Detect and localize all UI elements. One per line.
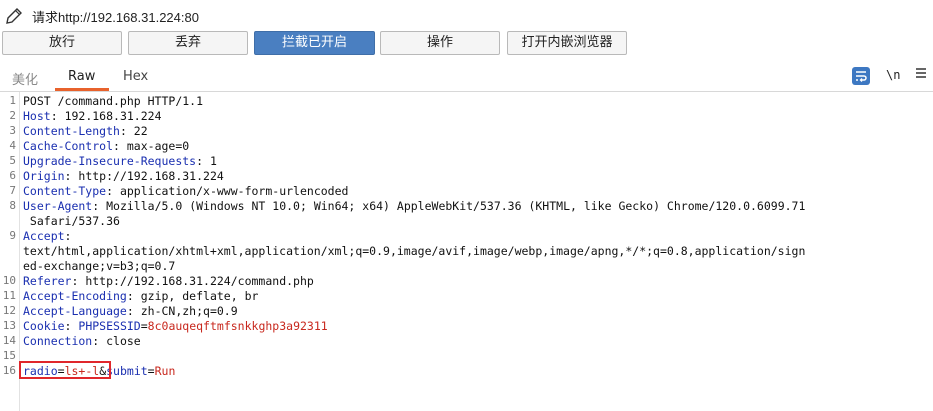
header-line: Connection: close xyxy=(23,334,141,348)
action-button[interactable]: 操作 xyxy=(380,31,500,55)
header-continuation: ed-exchange;v=b3;q=0.7 xyxy=(23,259,176,273)
line-number: 15 xyxy=(2,349,16,362)
header-line: Content-Length: 22 xyxy=(23,124,148,138)
tab-raw[interactable]: Raw xyxy=(68,69,95,84)
pencil-icon xyxy=(6,8,22,24)
line-number: 14 xyxy=(2,334,16,347)
title-bar: 请求http://192.168.31.224:80 xyxy=(0,0,933,30)
line-number: 2 xyxy=(9,109,16,122)
header-line: Accept: xyxy=(23,229,72,243)
header-line: Accept-Language: zh-CN,zh;q=0.9 xyxy=(23,304,238,318)
header-line: User-Agent: Mozilla/5.0 (Windows NT 10.0… xyxy=(23,199,806,213)
header-line: Accept-Encoding: gzip, deflate, br xyxy=(23,289,259,303)
header-continuation: text/html,application/xhtml+xml,applicat… xyxy=(23,244,806,258)
header-line: Content-Type: application/x-www-form-url… xyxy=(23,184,349,198)
active-tab-indicator xyxy=(55,88,109,91)
hamburger-menu-icon[interactable] xyxy=(915,66,927,84)
message-view-tabs: 美化 Raw Hex xyxy=(0,65,933,92)
open-browser-button[interactable]: 打开内嵌浏览器 xyxy=(507,31,627,55)
line-number: 8 xyxy=(9,199,16,212)
request-title: 请求http://192.168.31.224:80 xyxy=(32,10,199,25)
tab-hex[interactable]: Hex xyxy=(123,69,148,84)
wrap-lines-icon[interactable] xyxy=(852,67,870,85)
request-line: POST /command.php HTTP/1.1 xyxy=(23,94,204,108)
raw-request-editor[interactable]: 1 2 3 4 5 6 7 8 9 10 11 12 13 14 15 16 P… xyxy=(0,92,933,411)
header-line: Origin: http://192.168.31.224 xyxy=(23,169,224,183)
highlight-box xyxy=(19,361,111,379)
line-number: 16 xyxy=(2,364,16,377)
header-line: Host: 192.168.31.224 xyxy=(23,109,162,123)
line-number: 12 xyxy=(2,304,16,317)
header-continuation: Safari/537.36 xyxy=(23,214,120,228)
drop-button[interactable]: 丢弃 xyxy=(128,31,248,55)
line-number: 6 xyxy=(9,169,16,182)
line-number: 9 xyxy=(9,229,16,242)
tab-pretty[interactable]: 美化 xyxy=(12,69,38,88)
forward-button[interactable]: 放行 xyxy=(2,31,122,55)
header-line: Cache-Control: max-age=0 xyxy=(23,139,190,153)
header-line: Referer: http://192.168.31.224/command.p… xyxy=(23,274,314,288)
line-number: 11 xyxy=(2,289,16,302)
header-line: Upgrade-Insecure-Requests: 1 xyxy=(23,154,217,168)
intercept-toggle-button[interactable]: 拦截已开启 xyxy=(254,31,375,55)
line-number: 3 xyxy=(9,124,16,137)
line-number: 13 xyxy=(2,319,16,332)
line-number: 7 xyxy=(9,184,16,197)
action-toolbar: 放行 丢弃 拦截已开启 操作 打开内嵌浏览器 xyxy=(0,31,933,57)
cookie-line: Cookie: PHPSESSID=8c0auqeqftmfsnkkghp3a9… xyxy=(23,319,328,333)
line-number: 4 xyxy=(9,139,16,152)
show-newlines-button[interactable]: \n xyxy=(886,68,900,86)
line-number: 1 xyxy=(9,94,16,107)
line-number: 10 xyxy=(2,274,16,287)
line-number: 5 xyxy=(9,154,16,167)
